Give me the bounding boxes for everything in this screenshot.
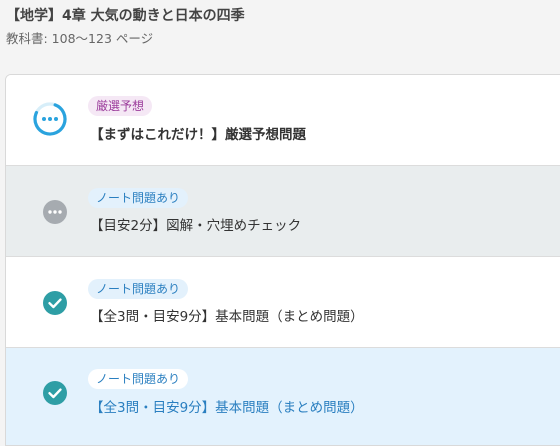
featured-tag: 厳選予想 [88, 96, 153, 116]
list-item-label: 【目安2分】図解・穴埋めチェック [90, 218, 302, 234]
note-questions-tag: ノート問題あり [88, 369, 189, 389]
check-circle-icon [42, 290, 68, 316]
note-questions-tag: ノート問題あり [88, 279, 189, 299]
list-item-basic-questions[interactable]: ノート問題あり 【全3問・目安9分】基本問題（まとめ問題） [6, 257, 560, 348]
list-item-label: 【全3問・目安9分】基本問題（まとめ問題） [90, 400, 364, 416]
in-progress-ring-icon [33, 102, 67, 136]
textbook-pages: 教科書: 108〜123 ページ [6, 31, 154, 46]
page-header: 【地学】4章 大気の動きと日本の四季 教科書: 108〜123 ページ [6, 6, 245, 48]
note-questions-tag: ノート問題あり [88, 188, 189, 208]
check-circle-icon [42, 380, 68, 406]
more-dots-icon [42, 199, 68, 225]
list-item-label: 【まずはこれだけ！】厳選予想問題 [90, 127, 306, 143]
list-item-diagram-check[interactable]: ノート問題あり 【目安2分】図解・穴埋めチェック [6, 166, 560, 257]
lesson-list: 厳選予想 【まずはこれだけ！】厳選予想問題 ノート問題あり 【目安2分】図解・穴… [5, 74, 560, 446]
page-title: 【地学】4章 大気の動きと日本の四季 [6, 8, 245, 24]
list-item-featured-questions[interactable]: 厳選予想 【まずはこれだけ！】厳選予想問題 [6, 75, 560, 166]
list-item-label: 【全3問・目安9分】基本問題（まとめ問題） [90, 309, 364, 325]
list-item-basic-questions-selected[interactable]: ノート問題あり 【全3問・目安9分】基本問題（まとめ問題） [6, 348, 560, 445]
